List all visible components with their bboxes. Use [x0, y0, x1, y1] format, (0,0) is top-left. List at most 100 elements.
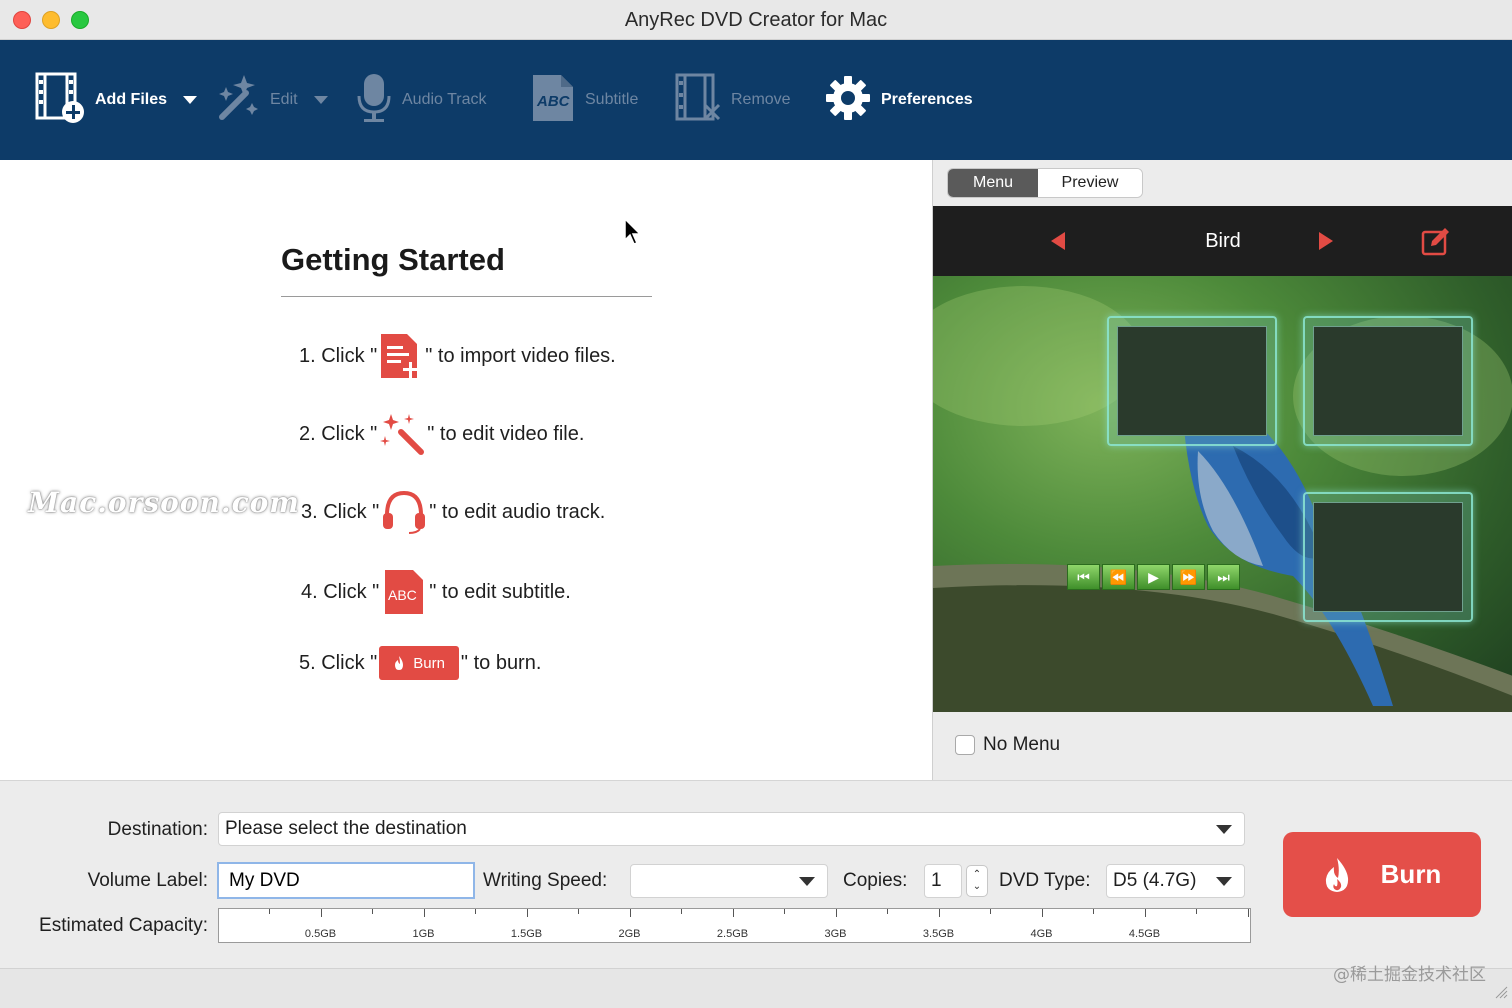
capacity-tick-label: 3.5GB — [922, 928, 955, 940]
title-bar: AnyRec DVD Creator for Mac — [0, 0, 1512, 40]
menu-template-bar: Bird — [933, 206, 1512, 276]
no-menu-label: No Menu — [983, 734, 1061, 755]
output-settings-panel: Destination: Please select the destinati… — [0, 780, 1512, 970]
burn-button[interactable]: Burn — [1283, 832, 1481, 917]
svg-text:ABC: ABC — [536, 93, 571, 110]
skip-forward-icon[interactable]: ⏭ — [1207, 564, 1240, 590]
writing-speed-select[interactable] — [630, 864, 828, 898]
chevron-down-icon[interactable] — [183, 96, 198, 104]
status-bar — [0, 968, 1512, 1008]
copies-label: Copies: — [843, 870, 908, 891]
window-title: AnyRec DVD Creator for Mac — [624, 9, 888, 31]
step-1-prefix: 1. Click " — [299, 344, 378, 367]
chapter-thumbnail[interactable] — [1303, 316, 1473, 446]
burn-button-label: Burn — [1380, 859, 1442, 889]
capacity-tick — [423, 909, 425, 917]
burn-badge-label: Burn — [413, 654, 445, 672]
copies-stepper[interactable]: ⌃ ⌄ — [966, 865, 988, 897]
getting-started-panel: Getting Started Mac.orsoon.com 1. Click … — [0, 160, 932, 780]
chevron-down-icon[interactable] — [313, 96, 328, 104]
step-1: 1. Click " " to import video files. — [299, 332, 616, 380]
capacity-tick-label: 1.5GB — [510, 928, 543, 940]
step-1-suffix: " to import video files. — [425, 344, 616, 367]
step-4-prefix: 4. Click " — [301, 580, 380, 603]
fast-forward-icon[interactable]: ⏩ — [1172, 564, 1205, 590]
capacity-tick-label: 0.5GB — [304, 928, 337, 940]
capacity-tick-label: 2GB — [618, 928, 641, 940]
flame-icon — [1325, 857, 1348, 892]
step-2: 2. Click " " to edit video file. — [299, 412, 584, 456]
step-5-suffix: " to burn. — [460, 651, 542, 674]
audio-track-button[interactable]: Audio Track — [356, 40, 486, 160]
dvd-type-select[interactable]: D5 (4.7G) — [1106, 864, 1245, 898]
capacity-tick — [372, 909, 373, 914]
remove-film-icon — [675, 73, 721, 128]
no-menu-checkbox[interactable] — [955, 735, 975, 755]
stepper-down-icon[interactable]: ⌄ — [973, 881, 981, 893]
destination-value: Please select the destination — [225, 818, 467, 839]
dvd-type-label: DVD Type: — [999, 870, 1091, 891]
preferences-button[interactable]: Preferences — [825, 40, 973, 160]
chapter-thumbnail[interactable] — [1303, 492, 1473, 622]
add-files-icon — [35, 72, 85, 129]
burn-badge: Burn — [379, 646, 459, 680]
writing-speed-label: Writing Speed: — [483, 870, 608, 891]
preferences-label: Preferences — [881, 91, 973, 108]
menu-preview-panel: Menu Preview Bird ⏮ ⏪ ▶ ⏩ ⏭ No Menu — [932, 160, 1512, 780]
remove-button[interactable]: Remove — [675, 40, 791, 160]
skip-back-icon[interactable]: ⏮ — [1067, 564, 1100, 590]
divider — [281, 296, 652, 297]
tab-preview[interactable]: Preview — [1038, 169, 1142, 197]
chevron-down-icon — [799, 877, 815, 886]
estimated-capacity-label: Estimated Capacity: — [39, 915, 208, 936]
step-3-suffix: " to edit audio track. — [429, 500, 606, 523]
step-5: 5. Click " Burn " to burn. — [299, 646, 541, 680]
capacity-tick-label: 4GB — [1030, 928, 1053, 940]
magic-wand-icon — [379, 412, 425, 456]
magic-wand-icon — [216, 73, 260, 128]
destination-select[interactable]: Please select the destination — [218, 812, 1245, 846]
chevron-down-icon — [1216, 825, 1232, 834]
capacity-tick — [1196, 909, 1197, 914]
subtitle-icon: ABC — [531, 73, 575, 128]
add-files-button[interactable]: Add Files — [35, 40, 198, 160]
toolbar: Add Files Edit Audio Track ABC Subtitle … — [0, 40, 1512, 160]
capacity-tick — [475, 909, 476, 914]
next-template-icon[interactable] — [1317, 231, 1335, 256]
stepper-up-icon[interactable]: ⌃ — [973, 869, 981, 881]
capacity-tick — [1041, 909, 1043, 917]
flame-icon — [395, 656, 404, 670]
step-2-suffix: " to edit video file. — [427, 422, 585, 445]
step-3: 3. Click " " to edit audio track. — [301, 489, 605, 535]
capacity-tick — [629, 909, 631, 917]
volume-label-input[interactable]: My DVD — [217, 862, 475, 899]
footer-watermark: @稀土掘金技术社区 — [1333, 965, 1486, 985]
resize-grip-icon[interactable] — [1494, 985, 1508, 1004]
svg-text:ABC: ABC — [388, 587, 417, 603]
destination-label: Destination: — [107, 819, 208, 840]
no-menu-option[interactable]: No Menu — [955, 734, 1060, 756]
capacity-tick — [526, 909, 528, 917]
dvd-type-value: D5 (4.7G) — [1113, 870, 1197, 891]
rewind-icon[interactable]: ⏪ — [1102, 564, 1135, 590]
capacity-tick-label: 3GB — [824, 928, 847, 940]
step-2-prefix: 2. Click " — [299, 422, 378, 445]
chapter-thumbnail[interactable] — [1107, 316, 1277, 446]
capacity-tick — [1247, 909, 1249, 917]
step-3-prefix: 3. Click " — [301, 500, 380, 523]
mouse-cursor-icon — [624, 217, 642, 251]
play-icon[interactable]: ▶ — [1137, 564, 1170, 590]
app-window: AnyRec DVD Creator for Mac Add Files Edi… — [0, 0, 1512, 1008]
step-5-prefix: 5. Click " — [299, 651, 378, 674]
edit-menu-icon[interactable] — [1421, 226, 1451, 261]
edit-button[interactable]: Edit — [216, 40, 328, 160]
subtitle-button[interactable]: ABC Subtitle — [531, 40, 638, 160]
copies-input[interactable]: 1 — [924, 864, 962, 898]
audio-track-label: Audio Track — [402, 91, 487, 108]
chevron-down-icon — [1216, 877, 1232, 886]
capacity-tick — [320, 909, 322, 917]
capacity-tick — [578, 909, 579, 914]
tab-menu[interactable]: Menu — [948, 169, 1038, 197]
capacity-meter: 0.5GB 1GB 1.5GB 2GB 2.5GB 3GB 3.5GB 4GB 4.5GB — [218, 908, 1251, 943]
step-4: 4. Click " ABC " to edit subtitle. — [301, 568, 571, 616]
